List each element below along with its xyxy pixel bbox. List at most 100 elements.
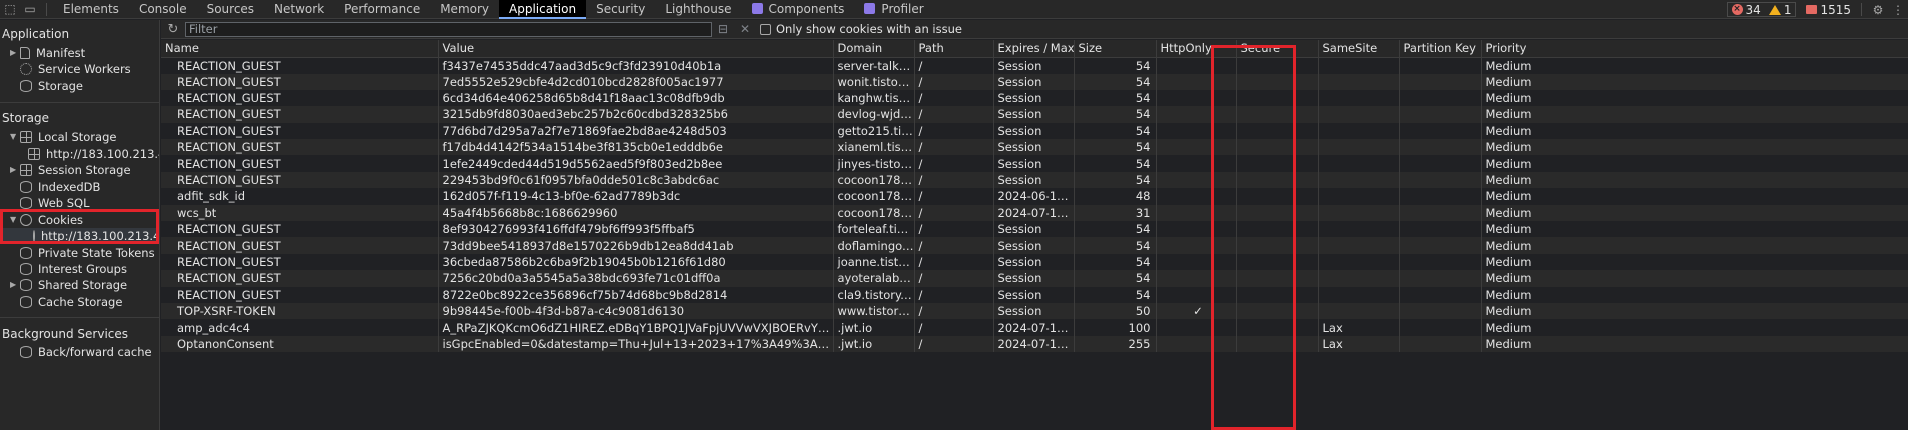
tab-elements[interactable]: Elements xyxy=(53,0,129,19)
cell-expires[interactable]: Session xyxy=(993,237,1075,254)
cell-expires[interactable]: Session xyxy=(993,89,1075,107)
table-row[interactable]: REACTION_GUEST 8722e0bc8922ce356896cf75b7… xyxy=(161,286,1908,303)
sidebar-item-cookies-origin[interactable]: http://183.100.213.43:1410 xyxy=(3,228,159,244)
table-row[interactable]: REACTION_GUEST 3215db9fd8030aed3ebc257b2c… xyxy=(161,106,1908,123)
cell-value[interactable]: 6cd34d64e406258d65b8d41f18aac13c08dfb9db xyxy=(438,89,834,107)
error-counter[interactable]: × 34 xyxy=(1728,3,1765,17)
sidebar-item-service-workers[interactable]: Service Workers xyxy=(20,61,131,77)
sidebar-item-session-storage[interactable]: ▶ Session Storage xyxy=(10,162,131,178)
cell-domain[interactable]: ayoteralab.tist... xyxy=(833,270,915,287)
tab-sources[interactable]: Sources xyxy=(197,0,264,19)
cell-size[interactable]: 54 xyxy=(1074,139,1157,156)
sidebar-item-private-state-tokens[interactable]: Private State Tokens xyxy=(20,245,155,261)
cell-value[interactable]: 36cbeda87586b2c6ba9f2b19045b0b1216f61d80 xyxy=(438,253,834,271)
device-toolbar-icon[interactable]: ▭ xyxy=(20,0,40,19)
column-header-size[interactable]: Size xyxy=(1074,40,1157,58)
column-header-partition-key[interactable]: Partition Key xyxy=(1399,40,1482,58)
cell-partition-key[interactable] xyxy=(1399,155,1482,172)
sidebar-item-local-storage-origin[interactable]: http://183.100.213.43:1410 xyxy=(28,146,159,162)
cell-partition-key[interactable] xyxy=(1399,319,1482,336)
cell-domain[interactable]: jinyes-tistory.ti... xyxy=(833,155,915,172)
column-header-domain[interactable]: Domain xyxy=(833,40,915,58)
cell-name[interactable]: REACTION_GUEST xyxy=(161,155,439,172)
cell-path[interactable]: / xyxy=(914,221,994,238)
cell-priority[interactable]: Medium xyxy=(1481,286,1908,303)
cell-value[interactable]: 77d6bd7d295a7a2f7e71869fae2bd8ae4248d503 xyxy=(438,122,834,140)
cell-path[interactable]: / xyxy=(914,204,994,222)
cell-path[interactable]: / xyxy=(914,286,994,303)
cell-value[interactable]: 45a4f4b5668b8c:1686629960 xyxy=(438,204,834,222)
cell-secure[interactable] xyxy=(1236,221,1319,238)
cell-secure[interactable] xyxy=(1236,73,1319,90)
cell-size[interactable]: 255 xyxy=(1074,335,1157,353)
cell-httponly[interactable] xyxy=(1156,171,1237,189)
cell-samesite[interactable] xyxy=(1318,106,1400,123)
cell-samesite[interactable] xyxy=(1318,57,1400,74)
cell-value[interactable]: 1efe2449cded44d519d5562aed5f9f803ed2b8ee xyxy=(438,155,834,172)
cell-path[interactable]: / xyxy=(914,335,994,353)
cell-name[interactable]: REACTION_GUEST xyxy=(161,270,439,287)
cell-domain[interactable]: cocoon1787.tis... xyxy=(833,188,915,205)
cell-priority[interactable]: Medium xyxy=(1481,106,1908,123)
table-row[interactable]: REACTION_GUEST 229453bd9f0c61f0957bfa0dde… xyxy=(161,171,1908,189)
cell-samesite[interactable] xyxy=(1318,89,1400,107)
cell-partition-key[interactable] xyxy=(1399,270,1482,287)
cell-domain[interactable]: cocoon1787.tis... xyxy=(833,171,915,189)
cell-path[interactable]: / xyxy=(914,57,994,74)
cell-samesite[interactable] xyxy=(1318,286,1400,303)
cell-samesite[interactable] xyxy=(1318,188,1400,205)
cell-value[interactable]: 3215db9fd8030aed3ebc257b2c60cdbd328325b6 xyxy=(438,106,834,123)
cell-secure[interactable] xyxy=(1236,270,1319,287)
cell-partition-key[interactable] xyxy=(1399,188,1482,205)
cell-name[interactable]: amp_adc4c4 xyxy=(161,319,439,336)
column-header-name[interactable]: Name xyxy=(161,40,439,58)
cell-expires[interactable]: Session xyxy=(993,122,1075,140)
sidebar-item-shared-storage[interactable]: ▶ Shared Storage xyxy=(10,277,127,293)
sidebar-item-interest-groups[interactable]: Interest Groups xyxy=(20,261,127,277)
table-row[interactable]: REACTION_GUEST f3437e74535ddc47aad3d5c9cf… xyxy=(161,57,1908,74)
cell-httponly[interactable] xyxy=(1156,139,1237,156)
cell-priority[interactable]: Medium xyxy=(1481,237,1908,254)
column-header-value[interactable]: Value xyxy=(438,40,834,58)
table-row[interactable]: REACTION_GUEST 36cbeda87586b2c6ba9f2b1904… xyxy=(161,253,1908,271)
sidebar-item-manifest[interactable]: ▶ Manifest xyxy=(10,45,85,61)
cell-size[interactable]: 54 xyxy=(1074,270,1157,287)
cell-name[interactable]: REACTION_GUEST xyxy=(161,106,439,123)
table-row[interactable]: OptanonConsent isGpcEnabled=0&datestamp=T… xyxy=(161,335,1908,353)
cell-samesite[interactable] xyxy=(1318,204,1400,222)
cell-partition-key[interactable] xyxy=(1399,302,1482,320)
cell-name[interactable]: REACTION_GUEST xyxy=(161,253,439,271)
cell-partition-key[interactable] xyxy=(1399,139,1482,156)
tab-security[interactable]: Security xyxy=(586,0,655,19)
tab-memory[interactable]: Memory xyxy=(430,0,499,19)
filter-input[interactable]: Filter xyxy=(185,21,712,37)
column-header-expires-max[interactable]: Expires / Max-... xyxy=(993,40,1075,58)
cell-secure[interactable] xyxy=(1236,122,1319,140)
column-header-httponly[interactable]: HttpOnly xyxy=(1156,40,1237,58)
cell-secure[interactable] xyxy=(1236,188,1319,205)
expand-arrow-icon[interactable]: ▶ xyxy=(10,277,20,293)
cell-size[interactable]: 54 xyxy=(1074,253,1157,271)
cell-domain[interactable]: cocoon1787.tis... xyxy=(833,204,915,222)
cell-name[interactable]: REACTION_GUEST xyxy=(161,286,439,303)
cell-size[interactable]: 54 xyxy=(1074,106,1157,123)
cell-httponly[interactable] xyxy=(1156,253,1237,271)
cell-path[interactable]: / xyxy=(914,155,994,172)
table-row[interactable]: REACTION_GUEST 8ef9304276993f416ffdf479bf… xyxy=(161,221,1908,238)
sidebar-item-cookies[interactable]: ▼ Cookies xyxy=(10,212,83,228)
cell-domain[interactable]: www.tistory.com xyxy=(833,302,915,320)
cell-httponly[interactable] xyxy=(1156,57,1237,74)
cell-samesite[interactable] xyxy=(1318,302,1400,320)
cell-samesite[interactable] xyxy=(1318,139,1400,156)
cell-samesite[interactable] xyxy=(1318,237,1400,254)
tab-console[interactable]: Console xyxy=(129,0,197,19)
cell-domain[interactable]: .jwt.io xyxy=(833,335,915,353)
table-row[interactable]: adfit_sdk_id 162d057f-f119-4c13-bf0e-62ad… xyxy=(161,188,1908,205)
cell-path[interactable]: / xyxy=(914,237,994,254)
cell-domain[interactable]: wonit.tistory.co... xyxy=(833,73,915,90)
cell-name[interactable]: REACTION_GUEST xyxy=(161,73,439,90)
cell-expires[interactable]: Session xyxy=(993,253,1075,271)
cell-httponly[interactable] xyxy=(1156,335,1237,353)
table-row[interactable]: REACTION_GUEST f17db4d4142f534a1514be3f81… xyxy=(161,139,1908,156)
tab-performance[interactable]: Performance xyxy=(334,0,430,19)
